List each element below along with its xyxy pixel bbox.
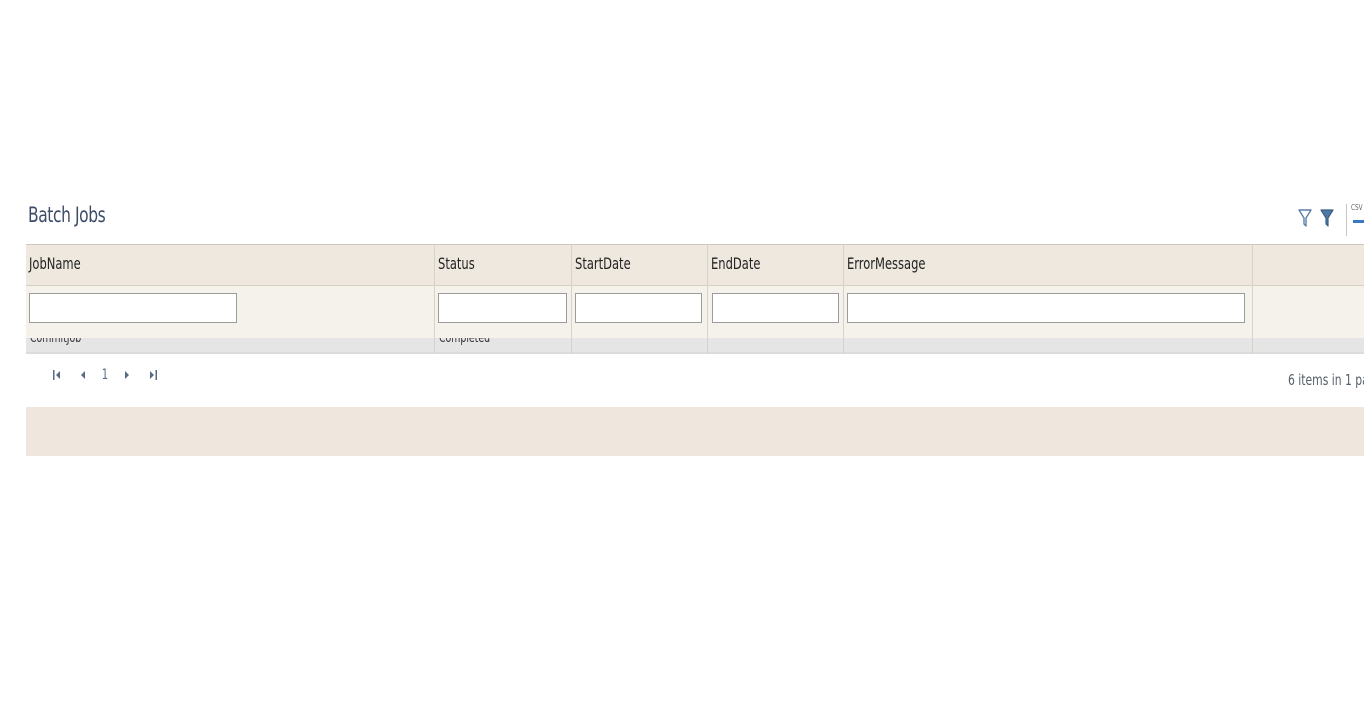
errormessage-filter-input[interactable] (847, 293, 1245, 323)
column-status: Status (435, 245, 572, 354)
grid-toolbar: CSV (1296, 204, 1364, 236)
last-page-icon (150, 370, 157, 380)
toolbar-divider (1346, 204, 1347, 236)
column-header-errormessage[interactable]: ErrorMessage (847, 254, 925, 273)
pager: 1 (44, 366, 166, 384)
prev-page-icon (81, 371, 85, 379)
grid-footer-bar (26, 407, 1364, 456)
filter-active-icon[interactable] (1320, 208, 1334, 232)
first-page-icon (53, 370, 60, 380)
column-header-status[interactable]: Status (438, 254, 475, 273)
filter-icon[interactable] (1298, 208, 1312, 232)
column-header-startdate[interactable]: StartDate (575, 254, 631, 273)
prev-page-button[interactable] (70, 366, 96, 384)
column-enddate: EndDate (708, 245, 844, 354)
next-page-button[interactable] (114, 366, 140, 384)
next-page-icon (125, 371, 129, 379)
column-startdate: StartDate (572, 245, 708, 354)
status-filter-input[interactable] (438, 293, 567, 323)
batch-jobs-grid: CommitJob Completed JobName Status Start… (26, 244, 1364, 354)
column-header-enddate[interactable]: EndDate (711, 254, 760, 273)
enddate-filter-input[interactable] (712, 293, 839, 323)
jobname-filter-input[interactable] (29, 293, 237, 323)
page-number[interactable]: 1 (98, 367, 112, 383)
column-jobname: JobName (26, 245, 435, 354)
first-page-button[interactable] (44, 366, 70, 384)
column-errormessage: ErrorMessage (844, 245, 1253, 354)
pager-info: 6 items in 1 pages (1288, 371, 1364, 389)
csv-icon-label: CSV (1351, 204, 1363, 212)
startdate-filter-input[interactable] (575, 293, 702, 323)
page-title: Batch Jobs (28, 203, 106, 227)
column-extra (1253, 245, 1364, 354)
csv-export-icon[interactable]: CSV (1350, 204, 1364, 230)
last-page-button[interactable] (140, 366, 166, 384)
column-header-jobname[interactable]: JobName (29, 254, 81, 273)
